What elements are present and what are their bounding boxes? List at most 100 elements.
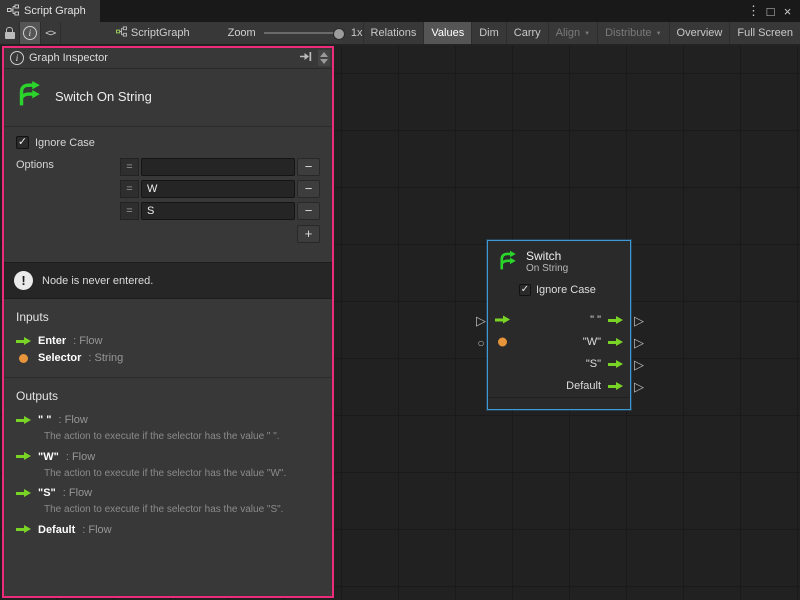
align-dropdown[interactable]: Align▼ — [548, 22, 597, 44]
warning-icon: ! — [14, 271, 33, 290]
flow-output-port-icon[interactable] — [608, 382, 623, 391]
ignore-case-label: Ignore Case — [536, 284, 596, 296]
relations-button[interactable]: Relations — [363, 22, 424, 44]
input-port-enter[interactable]: Enter : Flow — [16, 335, 320, 347]
drag-handle-icon[interactable]: = — [120, 202, 139, 220]
dock-icon[interactable] — [299, 51, 312, 65]
port-label: Default — [566, 380, 601, 392]
outputs-section: Outputs " " : Flow The action to execute… — [4, 377, 332, 543]
port-description: The action to execute if the selector ha… — [44, 468, 320, 481]
flow-port-icon — [16, 337, 31, 346]
node-footer — [488, 397, 630, 407]
string-input-port-icon[interactable] — [498, 338, 507, 347]
option-input[interactable] — [141, 158, 295, 176]
toolbar: i <> ScriptGraph Zoom 1x Relations Value… — [0, 22, 800, 46]
distribute-dropdown[interactable]: Distribute▼ — [597, 22, 668, 44]
remove-option-button[interactable]: − — [297, 180, 320, 198]
output-connector[interactable]: ▷ — [633, 380, 645, 393]
chevron-down-icon: ▼ — [656, 31, 662, 37]
drag-handle-icon[interactable]: = — [120, 158, 139, 176]
add-option-button[interactable]: + — [297, 225, 320, 243]
carry-button[interactable]: Carry — [506, 22, 548, 44]
lock-button[interactable] — [0, 22, 20, 44]
overview-button[interactable]: Overview — [669, 22, 730, 44]
node-ports: " " "W" "S" Default — [488, 309, 630, 397]
zoom-slider-knob[interactable] — [333, 28, 345, 40]
code-icon: <> — [45, 28, 55, 39]
node-header: Switch On String — [488, 241, 630, 278]
zoom-value: 1x — [351, 22, 363, 44]
tab-title: Script Graph — [24, 5, 86, 17]
output-connector[interactable]: ▷ — [633, 358, 645, 371]
scroll-up-icon[interactable] — [320, 52, 328, 57]
code-view-button[interactable]: <> — [41, 22, 61, 44]
toolbar-toggle-group: Relations Values Dim Carry Align▼ Distri… — [363, 22, 800, 44]
switch-icon — [496, 250, 519, 276]
option-input[interactable] — [141, 202, 295, 220]
values-button[interactable]: Values — [423, 22, 471, 44]
scroll-down-icon[interactable] — [320, 59, 328, 64]
ignore-case-checkbox[interactable]: ✓ — [16, 136, 29, 149]
inputs-section: Inputs Enter : Flow Selector : String — [4, 299, 332, 371]
switch-node-body[interactable]: Switch On String ✓ Ignore Case " " — [487, 240, 631, 410]
inspector-form: ✓ Ignore Case Options = − = — [4, 127, 332, 254]
zoom-label: Zoom — [228, 22, 256, 44]
switch-icon — [14, 80, 44, 113]
switch-node[interactable]: ▷ ○ ▷ ▷ ▷ ▷ Switch On String ✓ Ign — [475, 240, 645, 416]
chevron-down-icon: ▼ — [584, 31, 590, 37]
graph-name: ScriptGraph — [131, 27, 190, 39]
titlebar: Script Graph ⋮ □ × — [0, 0, 800, 22]
flow-port-icon — [16, 525, 31, 534]
inspector-node-title: Switch On String — [55, 89, 152, 104]
output-connector[interactable]: ▷ — [633, 336, 645, 349]
flow-output-port-icon[interactable] — [608, 316, 623, 325]
graph-canvas[interactable]: i Graph Inspector Switch On String — [0, 46, 800, 600]
lock-icon — [5, 32, 15, 39]
flow-port-icon — [16, 489, 31, 498]
panel-scroll-arrows[interactable] — [318, 50, 330, 66]
node-title: Switch — [526, 250, 568, 263]
option-row: = − — [120, 201, 320, 221]
flow-output-port-icon[interactable] — [608, 360, 623, 369]
output-port[interactable]: Default : Flow — [16, 524, 320, 536]
node-port-row: "S" — [488, 353, 630, 375]
option-input[interactable] — [141, 180, 295, 198]
warning-text: Node is never entered. — [42, 275, 153, 287]
unity-script-graph-window: Script Graph ⋮ □ × i <> ScriptGraph Zoom… — [0, 0, 800, 600]
selector-input-connector[interactable]: ○ — [475, 337, 487, 350]
flow-input-connector[interactable]: ▷ — [475, 314, 487, 327]
flow-output-port-icon[interactable] — [608, 338, 623, 347]
zoom-slider[interactable] — [264, 32, 341, 34]
inspector-toggle-button[interactable]: i — [20, 22, 40, 44]
options-label: Options — [16, 157, 120, 171]
info-icon: i — [10, 51, 24, 65]
flow-input-port-icon[interactable] — [495, 316, 510, 325]
tab-script-graph[interactable]: Script Graph — [0, 0, 100, 22]
node-subtitle: On String — [526, 263, 568, 275]
node-title-block: Switch On String — [4, 69, 332, 127]
port-label: "S" — [586, 358, 601, 370]
output-port[interactable]: "W" : Flow — [16, 451, 320, 463]
ignore-case-checkbox[interactable]: ✓ — [519, 284, 531, 296]
remove-option-button[interactable]: − — [297, 158, 320, 176]
output-port[interactable]: " " : Flow — [16, 414, 320, 426]
script-graph-icon — [116, 26, 127, 40]
inputs-header: Inputs — [16, 310, 320, 324]
graph-breadcrumb[interactable]: ScriptGraph — [116, 22, 190, 44]
port-label: "W" — [583, 336, 601, 348]
menu-icon[interactable]: ⋮ — [745, 3, 762, 19]
port-description: The action to execute if the selector ha… — [44, 431, 320, 444]
maximize-icon[interactable]: □ — [762, 4, 779, 19]
inspector-header: i Graph Inspector — [4, 48, 332, 69]
drag-handle-icon[interactable]: = — [120, 180, 139, 198]
output-connector[interactable]: ▷ — [633, 314, 645, 327]
graph-icon — [7, 4, 19, 19]
option-row: = − — [120, 179, 320, 199]
close-icon[interactable]: × — [779, 4, 796, 19]
input-port-selector[interactable]: Selector : String — [16, 352, 320, 364]
remove-option-button[interactable]: − — [297, 202, 320, 220]
output-port[interactable]: "S" : Flow — [16, 487, 320, 499]
fullscreen-button[interactable]: Full Screen — [729, 22, 800, 44]
options-list: = − = − = − — [120, 157, 320, 243]
dim-button[interactable]: Dim — [471, 22, 506, 44]
